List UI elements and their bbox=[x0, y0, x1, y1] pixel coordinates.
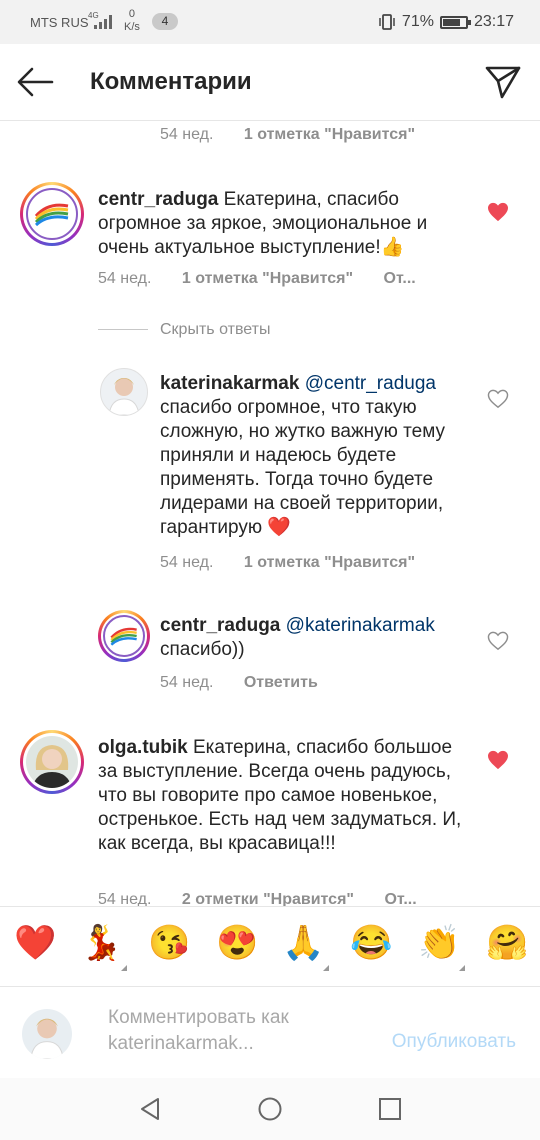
divider bbox=[98, 329, 148, 330]
reply-link[interactable]: Ответить bbox=[244, 674, 318, 691]
emoji-kiss[interactable]: 😘 bbox=[148, 923, 190, 963]
back-arrow-icon[interactable] bbox=[16, 64, 56, 100]
skin-tone-indicator bbox=[459, 965, 465, 971]
raduga-logo-icon bbox=[26, 188, 78, 240]
speed-unit: K/s bbox=[124, 21, 140, 33]
comment-body: katerinakarmak @centr_raduga спасибо огр… bbox=[160, 372, 480, 540]
status-bar: MTS RUS 4G 0 K/s 4 71% 23:17 bbox=[0, 0, 540, 44]
page-title: Комментарии bbox=[90, 68, 252, 95]
comment-username[interactable]: olga.tubik bbox=[98, 737, 188, 758]
battery-level bbox=[442, 18, 460, 26]
emoji-dancer[interactable]: 💃 bbox=[80, 923, 122, 963]
avatar-current-user bbox=[22, 1009, 72, 1059]
comment-meta: 54 нед. 1 отметка "Нравится" bbox=[160, 126, 415, 144]
comment-text: спасибо огромное, что такую сложную, но … bbox=[160, 397, 446, 538]
mention-link[interactable]: @centr_raduga bbox=[299, 373, 436, 394]
reply-link[interactable]: От... bbox=[384, 891, 416, 906]
comment-likes-link[interactable]: 2 отметки "Нравится" bbox=[182, 891, 354, 906]
person-photo-icon bbox=[108, 378, 140, 415]
heart-outline-icon[interactable] bbox=[487, 389, 509, 409]
notification-badge: 4 bbox=[152, 13, 178, 30]
comment-meta: 54 нед. 1 отметка "Нравится" bbox=[160, 554, 415, 572]
battery-percent: 71% bbox=[401, 13, 434, 30]
clock: 23:17 bbox=[473, 13, 514, 30]
back-triangle-icon[interactable] bbox=[136, 1094, 166, 1124]
emoji-clap[interactable]: 👏 bbox=[418, 923, 460, 963]
person-photo-icon bbox=[30, 1018, 64, 1059]
comment-body: olga.tubik Екатерина, спасибо большое за… bbox=[98, 736, 473, 856]
network-speed: 0 K/s bbox=[124, 8, 140, 34]
skin-tone-indicator bbox=[323, 965, 329, 971]
comment-username[interactable]: centr_raduga bbox=[160, 615, 280, 636]
comment-likes-link[interactable]: 1 отметка "Нравится" bbox=[182, 270, 353, 287]
comment-likes-link[interactable]: 1 отметка "Нравится" bbox=[244, 126, 415, 143]
emoji-heart[interactable]: ❤️ bbox=[14, 923, 56, 963]
avatar-centr-raduga[interactable] bbox=[98, 610, 150, 662]
skin-tone-indicator bbox=[121, 965, 127, 971]
recents-square-icon[interactable] bbox=[375, 1094, 405, 1124]
header: Комментарии bbox=[0, 44, 540, 121]
home-circle-icon[interactable] bbox=[255, 1094, 285, 1124]
vibrate-icon bbox=[379, 14, 395, 30]
reply-link[interactable]: От... bbox=[384, 270, 416, 287]
comment-time: 54 нед. bbox=[160, 674, 214, 691]
heart-outline-icon[interactable] bbox=[487, 631, 509, 651]
emoji-heart-eyes[interactable]: 😍 bbox=[216, 923, 258, 963]
direct-send-icon[interactable] bbox=[484, 64, 522, 100]
speed-value: 0 bbox=[128, 8, 136, 20]
avatar-olga-tubik[interactable] bbox=[20, 730, 84, 794]
emoji-hug[interactable]: 🤗 bbox=[486, 923, 528, 963]
comment-likes-link[interactable]: 1 отметка "Нравится" bbox=[244, 554, 415, 571]
publish-button[interactable]: Опубликовать bbox=[392, 1031, 516, 1053]
comment-username[interactable]: katerinakarmak bbox=[160, 373, 299, 394]
comment-input-bar: Комментировать как katerinakarmak... Опу… bbox=[0, 986, 540, 1079]
comment-input[interactable]: Комментировать как katerinakarmak... bbox=[108, 1005, 358, 1057]
avatar-katerinakarmak[interactable] bbox=[100, 368, 148, 416]
comment-body: centr_raduga Екатерина, спасибо огромное… bbox=[98, 188, 473, 260]
system-nav-bar bbox=[0, 1078, 540, 1140]
comment-time: 54 нед. bbox=[160, 554, 214, 571]
mention-link[interactable]: @katerinakarmak bbox=[280, 615, 435, 636]
status-right: 71% 23:17 bbox=[378, 13, 514, 31]
signal-icon bbox=[94, 15, 112, 29]
heart-filled-icon[interactable] bbox=[487, 750, 509, 770]
comment-text: спасибо)) bbox=[160, 639, 245, 660]
avatar-centr-raduga[interactable] bbox=[20, 182, 84, 246]
comment-meta: 54 нед. 1 отметка "Нравится" От... bbox=[98, 270, 416, 288]
battery-icon bbox=[439, 15, 471, 29]
hide-replies-button[interactable]: Скрыть ответы bbox=[160, 321, 270, 339]
raduga-logo-icon bbox=[103, 615, 145, 657]
comment-meta: 54 нед. 2 отметки "Нравится" От... bbox=[98, 891, 417, 906]
carrier-name: MTS RUS bbox=[30, 15, 89, 30]
person-photo-icon bbox=[32, 745, 72, 788]
emoji-joy[interactable]: 😂 bbox=[350, 923, 392, 963]
comment-body: centr_raduga @katerinakarmak спасибо)) bbox=[160, 614, 480, 662]
comment-meta: 54 нед. Ответить bbox=[160, 674, 318, 692]
comment-time: 54 нед. bbox=[160, 126, 214, 143]
comment-time: 54 нед. bbox=[98, 891, 152, 906]
emoji-quick-bar: ❤️ 💃 😘 😍 🙏 😂 👏 🤗 bbox=[0, 906, 540, 987]
comment-username[interactable]: centr_raduga bbox=[98, 189, 218, 210]
comment-time: 54 нед. bbox=[98, 270, 152, 287]
heart-filled-icon[interactable] bbox=[487, 202, 509, 222]
emoji-pray[interactable]: 🙏 bbox=[282, 923, 324, 963]
